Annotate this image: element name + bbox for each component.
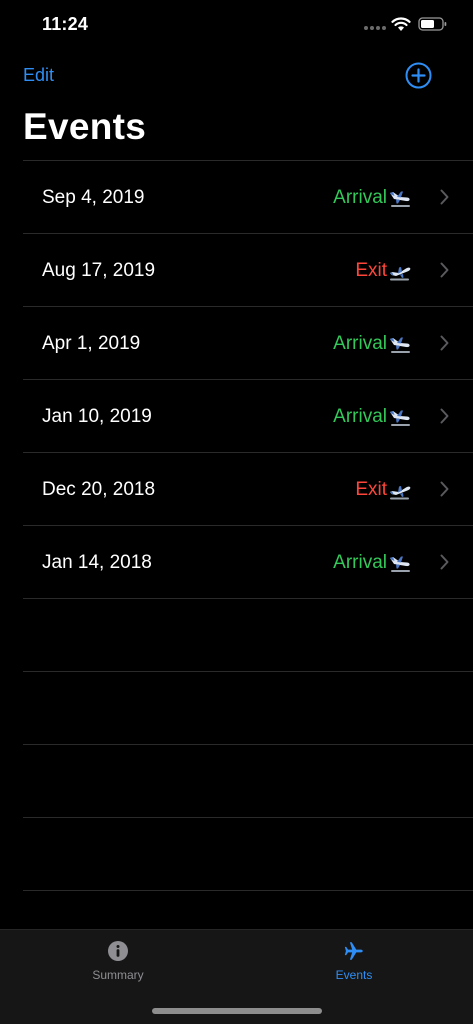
chevron-right-icon — [440, 408, 449, 424]
event-type-label: Arrival — [333, 406, 387, 427]
home-indicator — [152, 1008, 322, 1014]
event-row[interactable]: Dec 20, 2018 Exit — [23, 453, 473, 526]
add-event-button[interactable] — [405, 62, 432, 89]
event-date: Dec 20, 2018 — [42, 479, 156, 500]
event-type: Arrival — [333, 552, 412, 574]
airplane-icon — [344, 942, 363, 960]
event-type: Arrival — [333, 406, 412, 428]
event-type: Arrival — [333, 333, 412, 355]
wifi-icon — [391, 17, 411, 31]
info-circle-icon — [108, 941, 128, 961]
event-type-label: Exit — [355, 260, 387, 281]
chevron-right-icon — [440, 481, 449, 497]
tab-events-label: Events — [335, 968, 373, 982]
airplane-takeoff-icon — [390, 267, 411, 281]
airplane-takeoff-icon — [390, 486, 411, 500]
tab-summary-label: Summary — [92, 968, 144, 982]
event-date: Aug 17, 2019 — [42, 260, 156, 281]
cellular-signal-icon — [364, 26, 386, 30]
event-type-label: Exit — [355, 479, 387, 500]
event-type-label: Arrival — [333, 552, 387, 573]
airplane-landing-icon — [390, 337, 410, 353]
event-date: Sep 4, 2019 — [42, 187, 145, 208]
event-type: Arrival — [333, 187, 412, 209]
airplane-landing-icon — [390, 410, 410, 426]
event-type-label: Arrival — [333, 187, 387, 208]
chevron-right-icon — [440, 554, 449, 570]
empty-row — [23, 818, 473, 891]
events-list: Sep 4, 2019 Arrival Aug 17, 2019 Exit Apr 1,… — [23, 160, 473, 891]
empty-row — [23, 672, 473, 745]
page-title: Events — [23, 106, 147, 147]
status-bar: 11:24 — [0, 0, 473, 50]
empty-row — [23, 599, 473, 672]
event-type-label: Arrival — [333, 333, 387, 354]
event-type: Exit — [355, 260, 412, 282]
tab-summary[interactable]: Summary — [58, 940, 178, 982]
event-date: Apr 1, 2019 — [42, 333, 141, 354]
chevron-right-icon — [440, 189, 449, 205]
event-date: Jan 14, 2018 — [42, 552, 152, 573]
status-time: 11:24 — [42, 14, 89, 34]
event-date: Jan 10, 2019 — [42, 406, 152, 427]
airplane-landing-icon — [390, 556, 410, 572]
empty-row — [23, 745, 473, 818]
event-row[interactable]: Aug 17, 2019 Exit — [23, 234, 473, 307]
event-row[interactable]: Sep 4, 2019 Arrival — [23, 161, 473, 234]
tab-events[interactable]: Events — [294, 940, 414, 982]
event-row[interactable]: Jan 14, 2018 Arrival — [23, 526, 473, 599]
chevron-right-icon — [440, 335, 449, 351]
edit-button[interactable]: Edit — [23, 65, 54, 86]
battery-icon — [418, 17, 447, 31]
event-row[interactable]: Jan 10, 2019 Arrival — [23, 380, 473, 453]
event-type: Exit — [355, 479, 412, 501]
chevron-right-icon — [440, 262, 449, 278]
airplane-landing-icon — [390, 191, 410, 207]
event-row[interactable]: Apr 1, 2019 Arrival — [23, 307, 473, 380]
